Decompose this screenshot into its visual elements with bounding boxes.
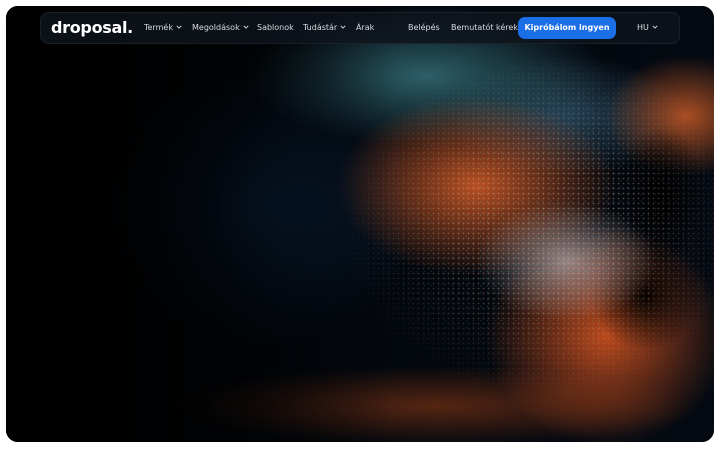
nav-item-label: Árak — [356, 23, 375, 32]
login-link[interactable]: Belépés — [408, 13, 440, 43]
nav-item-arak[interactable]: Árak — [356, 13, 374, 43]
chevron-down-icon — [176, 24, 182, 30]
try-free-button[interactable]: Kipróbálom ingyen — [518, 17, 616, 39]
nav-item-tudastar[interactable]: Tudástár — [303, 13, 346, 43]
request-demo-link[interactable]: Bemutatót kérek — [451, 13, 518, 43]
logo[interactable]: droposal. — [51, 17, 133, 39]
hero-gradient-overlay — [6, 6, 714, 442]
browser-viewport: droposal. Termék Megoldások Sablonok Tud… — [6, 6, 714, 442]
language-selector[interactable]: HU — [637, 13, 658, 43]
nav-item-sablonok[interactable]: Sablonok — [257, 13, 294, 43]
chevron-down-icon — [340, 24, 346, 30]
nav-item-label: Megoldások — [192, 23, 240, 32]
nav-item-megoldasok[interactable]: Megoldások — [192, 13, 249, 43]
top-navbar: droposal. Termék Megoldások Sablonok Tud… — [40, 12, 680, 44]
language-label: HU — [637, 23, 649, 32]
nav-item-label: Tudástár — [303, 23, 338, 32]
chevron-down-icon — [652, 24, 658, 30]
chevron-down-icon — [243, 24, 249, 30]
nav-item-label: Sablonok — [257, 23, 294, 32]
nav-item-label: Termék — [144, 23, 173, 32]
nav-item-termek[interactable]: Termék — [144, 13, 182, 43]
